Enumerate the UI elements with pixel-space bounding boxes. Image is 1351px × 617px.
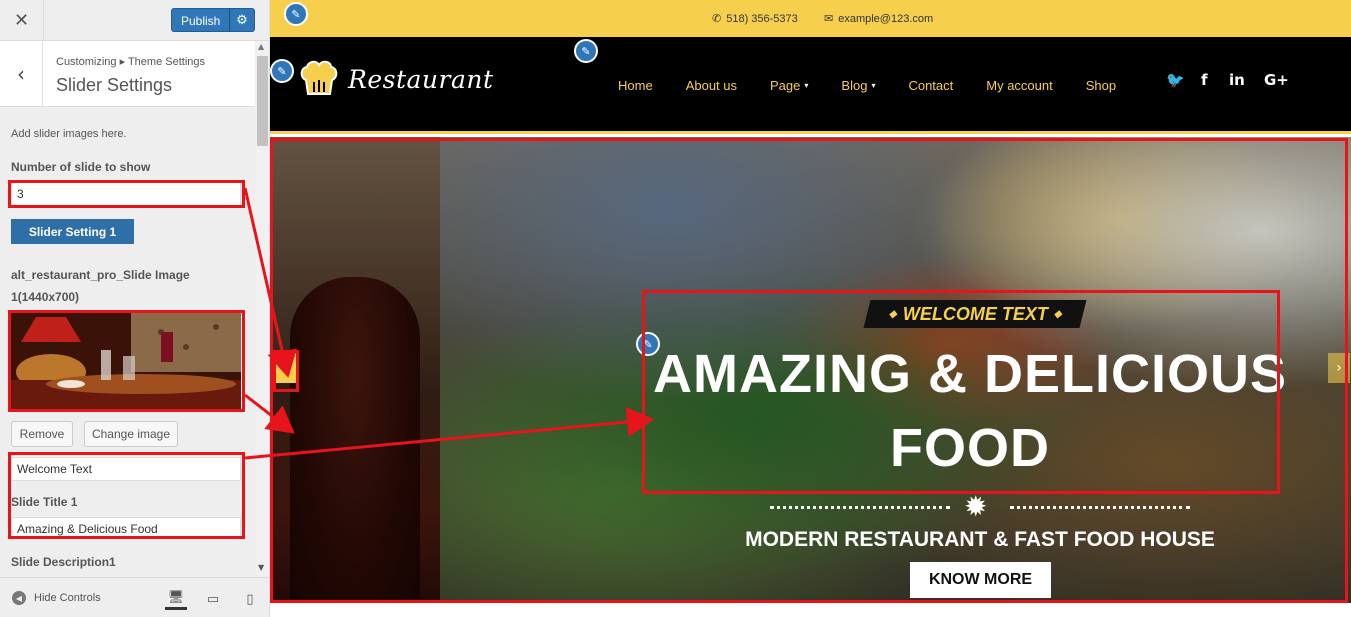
nav-item-blog[interactable]: Blog ▾ — [841, 78, 875, 93]
nav-item-contact[interactable]: Contact — [908, 78, 953, 93]
nav-item-label: Blog — [841, 78, 868, 93]
close-icon[interactable]: ✕ — [0, 0, 44, 41]
customizer-sidebar: ✕ Publish ⚙ ‹ Customizing ▸ Theme Settin… — [0, 0, 270, 617]
sidebar-scroll-thumb[interactable] — [257, 56, 268, 146]
email-address: example@123.com — [838, 12, 934, 25]
slide-title-input[interactable]: Amazing & Delicious Food — [11, 517, 241, 537]
phone-number: 518) 356-5373 — [726, 12, 798, 25]
chevron-down-icon: ▾ — [804, 81, 809, 90]
edit-shortcut-icon[interactable]: ✎ — [574, 39, 598, 63]
site-logo[interactable]: Restaurant — [298, 58, 494, 100]
decorative-divider: ✹ — [770, 493, 1190, 521]
slide-image-thumbnail[interactable] — [11, 312, 241, 410]
googleplus-icon[interactable]: G+ — [1264, 71, 1289, 89]
email-contact: ✉ example@123.com — [824, 12, 934, 26]
contact-topbar: ✆ 518) 356-5373 ✉ example@123.com — [270, 0, 1351, 37]
nav-item-shop[interactable]: Shop — [1086, 78, 1116, 93]
nav-item-my-account[interactable]: My account — [986, 78, 1052, 93]
main-navbar: Restaurant Home About us Page ▾ Blog ▾ Contact… — [270, 37, 1351, 134]
primary-menu: Home About us Page ▾ Blog ▾ Contact My account S… — [618, 78, 1149, 93]
slider-setting-1-button[interactable]: Slider Setting 1 — [11, 219, 134, 244]
chevron-down-icon: ▾ — [871, 81, 876, 90]
site-preview: ✆ 518) 356-5373 ✉ example@123.com Restau… — [270, 0, 1351, 617]
diamond-icon: ◆ — [1053, 308, 1062, 320]
welcome-text-input[interactable]: Welcome Text — [11, 457, 241, 481]
scroll-up-icon[interactable]: ▲ — [258, 42, 264, 51]
hide-controls-button[interactable]: ◀ Hide Controls — [12, 591, 101, 605]
facebook-icon[interactable]: f — [1201, 71, 1208, 89]
know-more-button[interactable]: KNOW MORE — [910, 562, 1051, 598]
slider-prev-button[interactable]: ‹ — [274, 353, 296, 383]
slides-count-label: Number of slide to show — [11, 160, 151, 174]
edit-shortcut-icon[interactable]: ✎ — [636, 332, 660, 356]
linkedin-icon[interactable]: in — [1229, 71, 1245, 89]
slide-title-label: Slide Title 1 — [11, 495, 78, 509]
slide-image-size-label: 1(1440x700) — [11, 290, 80, 304]
burst-icon: ✹ — [964, 490, 988, 523]
slide-description-label: Slide Description1 — [11, 555, 116, 569]
section-title: Slider Settings — [56, 75, 173, 95]
section-description: Add slider images here. — [11, 128, 127, 140]
welcome-text: WELCOME TEXT — [902, 303, 1048, 324]
slide-image-label: alt_restaurant_pro_Slide Image — [11, 268, 190, 282]
slider-next-button[interactable]: › — [1328, 353, 1350, 383]
slide-title: AMAZING & DELICIOUS FOOD — [653, 344, 1287, 478]
envelope-icon: ✉ — [824, 13, 834, 25]
gear-icon[interactable]: ⚙ — [229, 8, 255, 32]
nav-item-label: About us — [685, 78, 738, 93]
nav-item-label: Shop — [1085, 78, 1117, 93]
twitter-icon[interactable]: 🐦 — [1166, 71, 1185, 89]
remove-image-button[interactable]: Remove — [11, 421, 73, 447]
tablet-preview-icon[interactable]: ▭ — [202, 588, 224, 610]
breadcrumb: Customizing ▸ Theme Settings — [56, 56, 205, 68]
publish-button[interactable]: Publish — [171, 8, 231, 32]
edit-shortcut-icon[interactable]: ✎ — [284, 2, 308, 26]
nav-item-page[interactable]: Page ▾ — [770, 78, 808, 93]
slides-count-input[interactable]: 3 — [11, 182, 241, 207]
slide-subtitle: MODERN RESTAURANT & FAST FOOD HOUSE — [745, 528, 1215, 551]
section-header: ‹ Customizing ▸ Theme Settings Slider Se… — [0, 41, 255, 107]
change-image-button[interactable]: Change image — [84, 421, 178, 447]
restaurant-table-image — [11, 312, 241, 410]
divider-line — [770, 506, 950, 509]
welcome-badge: ◆ WELCOME TEXT ◆ — [863, 300, 1087, 328]
mobile-preview-icon[interactable]: ▯ — [239, 588, 261, 610]
chef-hat-icon — [300, 60, 338, 95]
back-button[interactable]: ‹ — [0, 41, 43, 106]
logo-text: Restaurant — [348, 64, 494, 94]
nav-item-about-us[interactable]: About us — [686, 78, 737, 93]
nav-item-home[interactable]: Home — [618, 78, 653, 93]
phone-contact: ✆ 518) 356-5373 — [712, 12, 798, 26]
nav-item-label: Home — [618, 78, 653, 93]
collapse-icon: ◀ — [12, 591, 26, 605]
diamond-icon: ◆ — [889, 308, 897, 320]
customizer-header-bar: ✕ Publish ⚙ — [0, 0, 269, 41]
scroll-down-icon[interactable]: ▼ — [258, 563, 264, 572]
customizer-footer: ◀ Hide Controls 🖥 ▭ ▯ — [0, 577, 269, 617]
nav-item-label: My account — [986, 78, 1053, 93]
divider-line — [1010, 506, 1190, 509]
desktop-preview-icon[interactable]: 🖥 — [165, 588, 187, 610]
hero-slider: ‹ › ◆ WELCOME TEXT ◆ AMAZING & DELICIOUS… — [270, 137, 1351, 603]
phone-icon: ✆ — [712, 13, 722, 25]
nav-item-label: Page — [770, 78, 801, 93]
hide-controls-label: Hide Controls — [34, 592, 101, 604]
nav-item-label: Contact — [908, 78, 954, 93]
edit-shortcut-icon[interactable]: ✎ — [270, 59, 294, 83]
